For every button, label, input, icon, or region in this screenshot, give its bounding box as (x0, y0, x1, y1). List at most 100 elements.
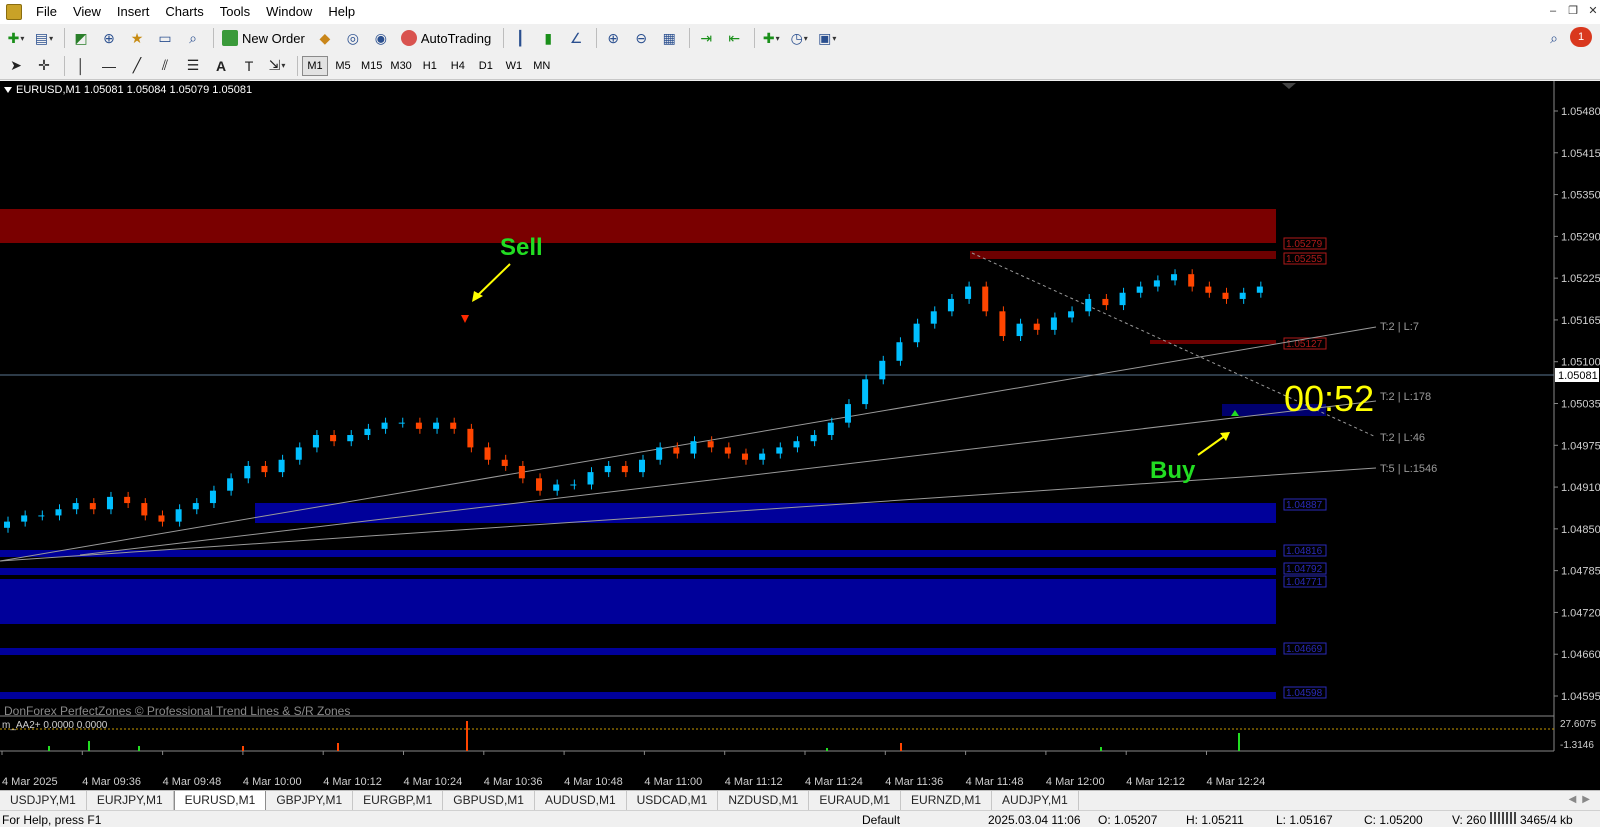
chart-shift-marker[interactable] (1282, 83, 1296, 89)
tab-euraud[interactable]: EURAUD,M1 (809, 791, 902, 811)
toolbar-separator (503, 28, 505, 48)
tab-gbpjpy[interactable]: GBPJPY,M1 (266, 791, 354, 811)
indicator-bar (1238, 733, 1240, 751)
trendline-icon[interactable]: ╱ (125, 55, 149, 77)
timeframe-m30[interactable]: M30 (387, 56, 414, 76)
new-order-label: New Order (242, 30, 305, 46)
menu-tools[interactable]: Tools (212, 0, 258, 24)
tab-usdcad[interactable]: USDCAD,M1 (627, 791, 719, 811)
zoom-in-icon[interactable]: ⊕ (601, 27, 625, 49)
templates-icon[interactable]: ▣ (815, 27, 839, 49)
autotrading-icon (400, 30, 417, 46)
chart-window[interactable]: 1.05279 1.05255 1.05127 1.04887 1.04816 1.047… (0, 81, 1600, 790)
equidistant-channel-icon[interactable]: ⫽ (153, 55, 177, 77)
tile-windows-icon[interactable]: ▦ (657, 27, 681, 49)
resistance-zone-top (0, 209, 1276, 243)
tab-eurgbp[interactable]: EURGBP,M1 (353, 791, 444, 811)
candle-body (1068, 311, 1075, 318)
candle-body (759, 453, 766, 460)
crosshair-icon[interactable]: ✛ (32, 55, 56, 77)
candle-body (913, 323, 920, 343)
text-icon[interactable]: A (209, 55, 233, 77)
trendline-label-1: T:2 | L:7 (1380, 321, 1419, 333)
indicators-icon[interactable]: ✚ (759, 27, 783, 49)
cursor-icon[interactable]: ➤ (4, 55, 28, 77)
candle-body (158, 515, 165, 522)
timeframe-h4[interactable]: H4 (445, 56, 471, 76)
chart-canvas[interactable]: 1.05279 1.05255 1.05127 1.04887 1.04816 1.047… (0, 81, 1600, 790)
data-window-icon[interactable]: ⊕ (97, 27, 121, 49)
signals-icon[interactable]: ◎ (341, 27, 365, 49)
timeframe-w1[interactable]: W1 (501, 56, 527, 76)
strategy-tester-icon[interactable]: ⌕ (181, 27, 205, 49)
tab-eurnzd[interactable]: EURNZD,M1 (901, 791, 993, 811)
candle-body (673, 447, 680, 454)
chart-shift-icon[interactable]: ⇤ (722, 27, 746, 49)
status-profile: Default (862, 813, 901, 827)
search-icon[interactable]: ⌕ (1542, 27, 1566, 49)
auto-scroll-icon[interactable]: ⇥ (694, 27, 718, 49)
tab-scroll-arrows[interactable]: ◀▶ (1569, 794, 1596, 805)
timeframe-m15[interactable]: M15 (358, 56, 385, 76)
periods-icon[interactable]: ◷ (787, 27, 811, 49)
status-low: L: 1.05167 (1276, 813, 1333, 827)
candle-body (518, 465, 525, 479)
tab-gbpusd[interactable]: GBPUSD,M1 (443, 791, 535, 811)
menu-file[interactable]: File (28, 0, 65, 24)
profiles-icon[interactable]: ▤ (32, 27, 56, 49)
connection-icon[interactable] (1490, 812, 1516, 824)
restore-icon[interactable]: ❐ (1566, 4, 1580, 18)
tab-eurusd[interactable]: EURUSD,M1 (173, 791, 267, 811)
timeframe-m5[interactable]: M5 (330, 56, 356, 76)
candlestick-icon[interactable]: ▮ (536, 27, 560, 49)
time-tick-label: 4 Mar 09:48 (163, 776, 222, 788)
autotrading-button[interactable]: AutoTrading (397, 27, 495, 49)
notification-badge[interactable]: 1 (1570, 27, 1592, 47)
zoom-out-icon[interactable]: ⊖ (629, 27, 653, 49)
horizontal-line-icon[interactable]: — (97, 55, 121, 77)
tab-usdjpy[interactable]: USDJPY,M1 (0, 791, 87, 811)
candle-body (4, 521, 10, 528)
timeframe-mn[interactable]: MN (529, 56, 555, 76)
tab-nzdusd[interactable]: NZDUSD,M1 (718, 791, 810, 811)
indicator-axis-bottom: -1.3146 (1560, 740, 1594, 751)
tab-eurjpy[interactable]: EURJPY,M1 (87, 791, 174, 811)
chart-menu-icon[interactable] (4, 87, 12, 93)
candle-body (1050, 317, 1057, 330)
new-order-button[interactable]: New Order (218, 27, 309, 49)
arrows-icon[interactable]: ⇲ (265, 55, 289, 77)
candle-body (1153, 280, 1160, 287)
line-chart-icon[interactable]: ∠ (564, 27, 588, 49)
new-order-icon (222, 30, 238, 46)
vertical-line-icon[interactable]: │ (69, 55, 93, 77)
text-label-icon[interactable]: T (237, 55, 261, 77)
metaeditor-icon[interactable]: ◆ (313, 27, 337, 49)
bar-chart-icon[interactable]: ┃ (508, 27, 532, 49)
terminal-icon[interactable]: ▭ (153, 27, 177, 49)
close-icon[interactable]: ✕ (1586, 4, 1600, 18)
new-chart-icon[interactable]: ✚ (4, 27, 28, 49)
trendline-label-3: T:2 | L:46 (1380, 432, 1425, 444)
navigator-icon[interactable]: ★ (125, 27, 149, 49)
buy-signal-label: Buy (1150, 457, 1196, 484)
fibonacci-icon[interactable]: ☰ (181, 55, 205, 77)
price-tick-label: 1.05480 (1561, 106, 1600, 118)
market-watch-icon[interactable]: ◩ (69, 27, 93, 49)
candle-body (1256, 286, 1263, 293)
time-tick-label: 4 Mar 09:36 (82, 776, 141, 788)
tab-audjpy[interactable]: AUDJPY,M1 (992, 791, 1079, 811)
timeframe-m1[interactable]: M1 (302, 55, 328, 76)
price-tick-label: 1.04910 (1561, 482, 1600, 494)
timeframe-d1[interactable]: D1 (473, 56, 499, 76)
market-icon[interactable]: ◉ (369, 27, 393, 49)
menu-help[interactable]: Help (320, 0, 363, 24)
menu-window[interactable]: Window (258, 0, 320, 24)
timeframe-h1[interactable]: H1 (417, 56, 443, 76)
minimize-icon[interactable]: – (1546, 4, 1560, 18)
tab-audusd[interactable]: AUDUSD,M1 (535, 791, 627, 811)
candle-body (227, 478, 234, 491)
candle-body (72, 503, 79, 510)
menu-view[interactable]: View (65, 0, 109, 24)
menu-charts[interactable]: Charts (157, 0, 211, 24)
menu-insert[interactable]: Insert (109, 0, 158, 24)
